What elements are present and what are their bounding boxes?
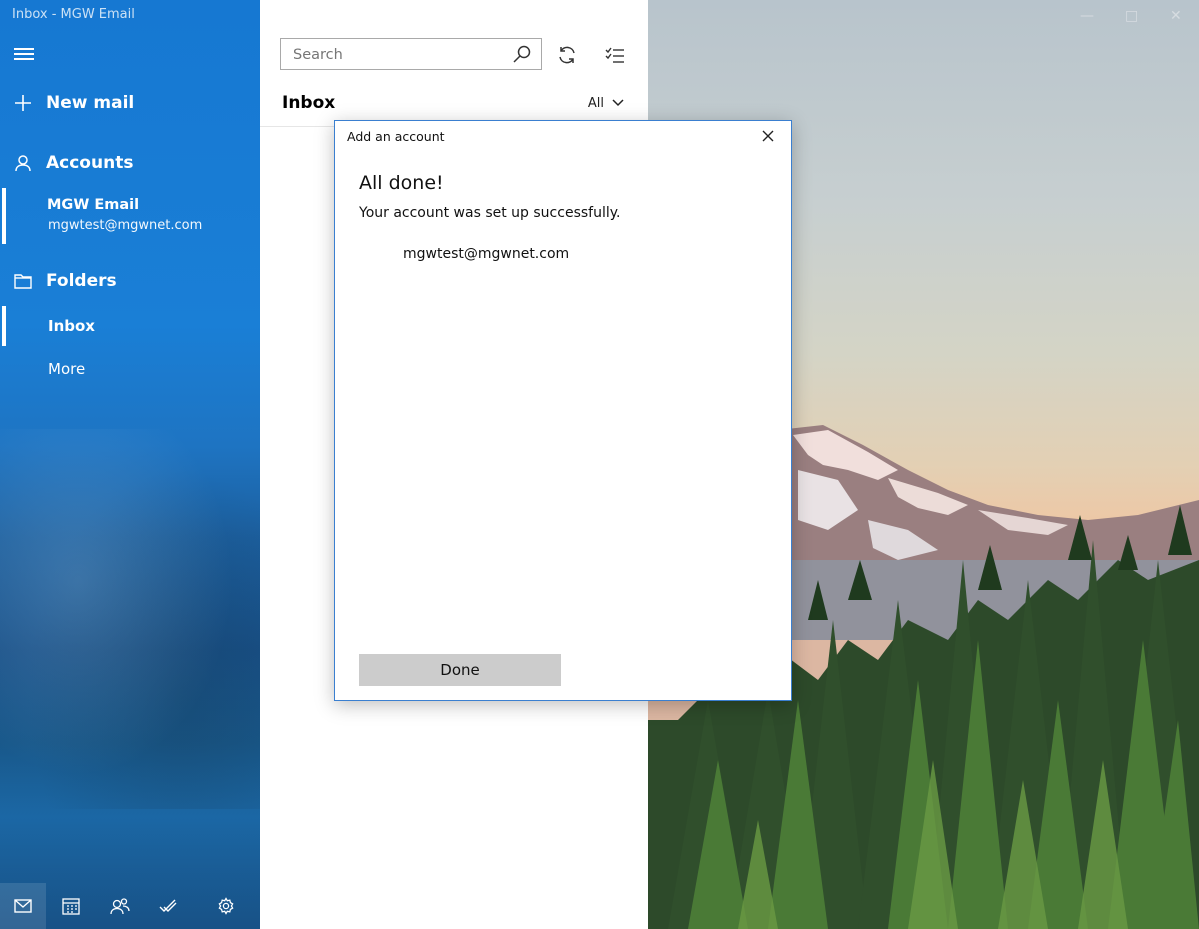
sidebar: Inbox - MGW Email New mail Accounts MGW …	[0, 0, 260, 929]
dialog-account-email: mgwtest@mgwnet.com	[403, 246, 570, 262]
minimize-icon[interactable]: —	[1080, 8, 1094, 24]
folder-title: Inbox	[282, 93, 336, 113]
search-input[interactable]	[291, 45, 505, 65]
new-mail-label: New mail	[46, 93, 135, 113]
mail-icon[interactable]	[0, 883, 46, 929]
dialog-heading: All done!	[359, 172, 444, 194]
done-button[interactable]: Done	[359, 654, 561, 686]
hamburger-menu-icon[interactable]	[14, 45, 34, 63]
dialog-message: Your account was set up successfully.	[359, 205, 621, 221]
dialog-close-button[interactable]	[759, 127, 777, 145]
folder-icon	[0, 273, 46, 289]
close-icon[interactable]: ✕	[1170, 8, 1182, 24]
selected-indicator	[2, 188, 6, 244]
accounts-button[interactable]: Accounts	[0, 143, 260, 183]
folder-label: Inbox	[48, 317, 95, 335]
folders-button[interactable]: Folders	[0, 261, 260, 301]
search-icon[interactable]	[513, 45, 531, 67]
account-email: mgwtest@mgwnet.com	[48, 218, 203, 233]
add-account-dialog: Add an account All done! Your account wa…	[334, 120, 792, 701]
account-item-mgw-email[interactable]: MGW Email mgwtest@mgwnet.com	[0, 188, 260, 244]
folder-item-more[interactable]: More	[48, 360, 85, 378]
calendar-icon[interactable]	[46, 883, 96, 929]
sync-icon[interactable]	[555, 43, 579, 67]
folders-label: Folders	[46, 271, 117, 291]
account-name: MGW Email	[47, 197, 140, 213]
selected-indicator	[2, 306, 6, 346]
folder-item-inbox[interactable]: Inbox	[0, 306, 260, 346]
todo-icon[interactable]	[144, 883, 192, 929]
plus-icon	[0, 94, 46, 112]
bottom-app-bar	[0, 883, 260, 929]
accounts-label: Accounts	[46, 153, 134, 173]
person-icon	[0, 154, 46, 172]
dialog-title: Add an account	[347, 129, 445, 144]
people-icon[interactable]	[96, 883, 144, 929]
new-mail-button[interactable]: New mail	[0, 83, 260, 123]
search-box[interactable]	[280, 38, 542, 70]
filter-label: All	[587, 96, 604, 111]
filter-dropdown[interactable]: All	[588, 96, 624, 111]
sidebar-background-image	[0, 429, 260, 809]
maximize-icon[interactable]: □	[1125, 8, 1138, 24]
chevron-down-icon	[612, 96, 624, 111]
window-title: Inbox - MGW Email	[12, 7, 135, 22]
settings-icon[interactable]	[192, 883, 260, 929]
selection-mode-icon[interactable]	[603, 43, 627, 67]
close-icon	[762, 127, 774, 146]
